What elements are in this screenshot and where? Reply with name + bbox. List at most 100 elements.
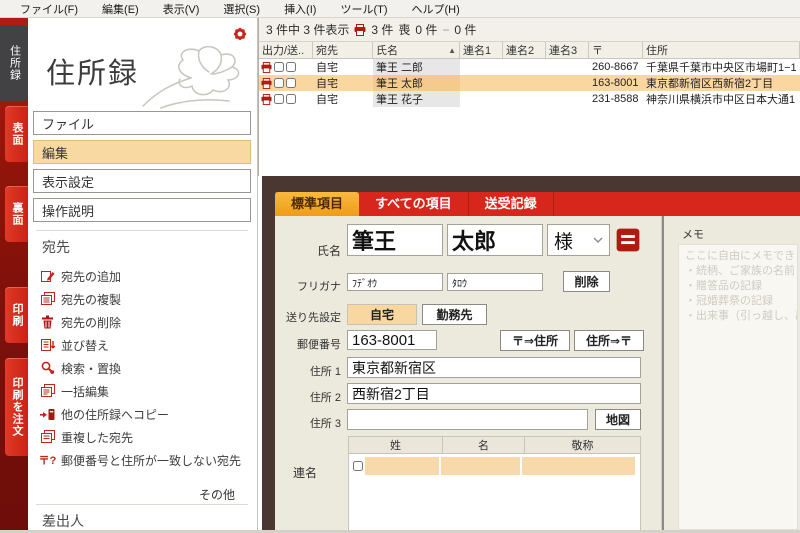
action-label: 宛先の複製 <box>61 292 122 307</box>
memo-placeholder-line: ・続柄、ご家族の名前 <box>685 265 795 277</box>
col-joint2[interactable]: 連名2 <box>503 42 546 58</box>
col-name[interactable]: 氏名 ▲ <box>373 42 460 58</box>
gear-icon[interactable] <box>232 26 248 42</box>
joint-name-header: 姓 名 敬称 <box>348 436 641 454</box>
status-mourning-label: 喪 <box>398 23 411 37</box>
tab-address-book-label: 住所録 <box>8 45 21 81</box>
more-options-link[interactable]: その他 <box>194 486 239 505</box>
cell-type: 自宅 <box>316 78 338 90</box>
send-checkbox[interactable] <box>286 94 296 104</box>
tab-back-side[interactable]: 裏面 <box>5 186 28 242</box>
printer-icon <box>261 77 272 89</box>
action-sort[interactable]: 並び替え <box>40 334 252 356</box>
panel-splitter[interactable] <box>661 216 664 533</box>
joint-col-lastname: 姓 <box>349 437 443 453</box>
memo-placeholder-line: ・贈答品の記録 <box>685 280 762 292</box>
action-label: 宛先の削除 <box>61 315 122 330</box>
kana-label: フリガナ <box>297 281 341 293</box>
address3-input[interactable] <box>347 409 588 430</box>
tab-standard-items[interactable]: 標準項目 <box>275 192 360 216</box>
output-checkbox[interactable] <box>274 78 284 88</box>
action-duplicated-recipients[interactable]: 重複した宛先 <box>40 426 252 448</box>
joint-name-row[interactable] <box>350 457 639 475</box>
action-search-replace[interactable]: 検索・置換 <box>40 357 252 379</box>
kana-first-input[interactable] <box>447 273 543 291</box>
sidebar-nav-edit[interactable]: 編集 <box>33 140 251 164</box>
printer-icon <box>261 61 272 73</box>
sidebar-nav-help[interactable]: 操作説明 <box>33 198 251 222</box>
col-joint1[interactable]: 連名1 <box>460 42 503 58</box>
section-sender[interactable]: 差出人 <box>42 511 84 531</box>
address2-label: 住所 2 <box>309 392 341 404</box>
send-checkbox[interactable] <box>286 62 296 72</box>
address-book-stamp-button[interactable] <box>615 226 641 254</box>
tab-send-receive-log[interactable]: 送受記録 <box>469 192 554 216</box>
chevron-down-icon <box>593 237 603 243</box>
menu-view[interactable]: 表示(V) <box>151 1 212 17</box>
col-output[interactable]: 出力/送.. <box>259 42 313 58</box>
action-label: 宛先の追加 <box>61 269 122 284</box>
menu-tools[interactable]: ツール(T) <box>328 1 399 17</box>
action-zip-address-mismatch[interactable]: 〒? 郵便番号と住所が一致しない宛先 <box>39 449 252 471</box>
menu-edit[interactable]: 編集(E) <box>90 1 151 17</box>
address1-input[interactable] <box>347 357 641 378</box>
honorific-select[interactable]: 様 <box>547 224 610 256</box>
output-checkbox[interactable] <box>274 62 284 72</box>
tab-front-side[interactable]: 表面 <box>5 106 28 162</box>
memo-textarea[interactable]: ここに自由にメモできます ・続柄、ご家族の名前 ・贈答品の記録 ・冠婚葬祭の記録… <box>678 244 798 530</box>
address2-input[interactable] <box>347 383 641 404</box>
menu-select[interactable]: 選択(S) <box>211 1 272 17</box>
action-copy-to-other-book[interactable]: 他の住所録へコピー <box>40 403 252 425</box>
table-row[interactable]: 自宅 筆王 花子 231-8588 神奈川県横浜市中区日本大通1 <box>259 91 800 107</box>
col-zip[interactable]: 〒 <box>589 42 643 58</box>
menu-help[interactable]: ヘルプ(H) <box>400 1 472 17</box>
joint-cell-lastname[interactable] <box>365 457 439 475</box>
output-checkbox[interactable] <box>274 94 284 104</box>
action-label: 他の住所録へコピー <box>61 407 170 422</box>
table-row-selected[interactable]: 自宅 筆王 太郎 163-8001 東京都新宿区西新宿2丁目 <box>259 75 800 91</box>
joint-row-checkbox[interactable] <box>353 461 363 471</box>
first-name-input[interactable] <box>447 224 543 256</box>
last-name-input[interactable] <box>347 224 443 256</box>
menu-bar: ファイル(F) 編集(E) 表示(V) 選択(S) 挿入(I) ツール(T) ヘ… <box>0 0 800 18</box>
sidebar-nav-file[interactable]: ファイル <box>33 111 251 135</box>
tab-order-print-label: 印刷を注文 <box>11 377 23 437</box>
tab-order-print[interactable]: 印刷を注文 <box>5 358 28 456</box>
joint-cell-firstname[interactable] <box>441 457 520 475</box>
action-add-recipient[interactable]: 宛先の追加 <box>40 265 252 287</box>
zip-input[interactable] <box>347 330 437 350</box>
zip-to-address-button[interactable]: 〒⇒住所 <box>500 330 570 351</box>
dest-work-button[interactable]: 勤務先 <box>422 304 487 325</box>
cell-address: 千葉県千葉市中央区市場町1−1 <box>646 62 797 74</box>
col-address[interactable]: 住所 <box>643 42 800 58</box>
sidebar: 住所録 ファイル 編集 表示設定 操作説明 宛先 宛先の追加 宛先の複製 宛先の… <box>28 18 258 533</box>
action-delete-recipient[interactable]: 宛先の削除 <box>40 311 252 333</box>
col-type[interactable]: 宛先 <box>313 42 373 58</box>
delete-button[interactable]: 削除 <box>563 271 610 292</box>
map-button[interactable]: 地図 <box>595 409 641 430</box>
tab-print-label: 印刷 <box>11 303 23 327</box>
memo-placeholder-line: ここに自由にメモできます <box>685 250 797 262</box>
memo-placeholder-line: ・出来事（引っ越し、出 <box>685 310 798 322</box>
col-joint3[interactable]: 連名3 <box>546 42 589 58</box>
tab-address-book[interactable]: 住所録 <box>0 25 28 101</box>
address-to-zip-button[interactable]: 住所⇒〒 <box>574 330 644 351</box>
tab-all-items[interactable]: すべての項目 <box>359 192 469 216</box>
sidebar-separator <box>36 504 248 505</box>
menu-file[interactable]: ファイル(F) <box>8 1 90 17</box>
sort-icon <box>40 338 55 353</box>
send-checkbox[interactable] <box>286 78 296 88</box>
action-batch-edit[interactable]: 一括編集 <box>40 380 252 402</box>
sidebar-nav-display-settings[interactable]: 表示設定 <box>33 169 251 193</box>
kana-last-input[interactable] <box>347 273 443 291</box>
tab-print[interactable]: 印刷 <box>5 287 28 343</box>
dest-home-button[interactable]: 自宅 <box>347 304 417 325</box>
cell-name: 筆王 花子 <box>373 91 460 107</box>
menu-insert[interactable]: 挿入(I) <box>272 1 328 17</box>
zip-label: 郵便番号 <box>297 339 341 351</box>
action-duplicate-recipient[interactable]: 宛先の複製 <box>40 288 252 310</box>
joint-cell-honorific[interactable] <box>522 457 635 475</box>
table-row[interactable]: 自宅 筆王 二郎 260-8667 千葉県千葉市中央区市場町1−1 <box>259 59 800 75</box>
cell-zip: 260-8667 <box>592 61 639 73</box>
copy-to-book-icon <box>40 407 55 422</box>
